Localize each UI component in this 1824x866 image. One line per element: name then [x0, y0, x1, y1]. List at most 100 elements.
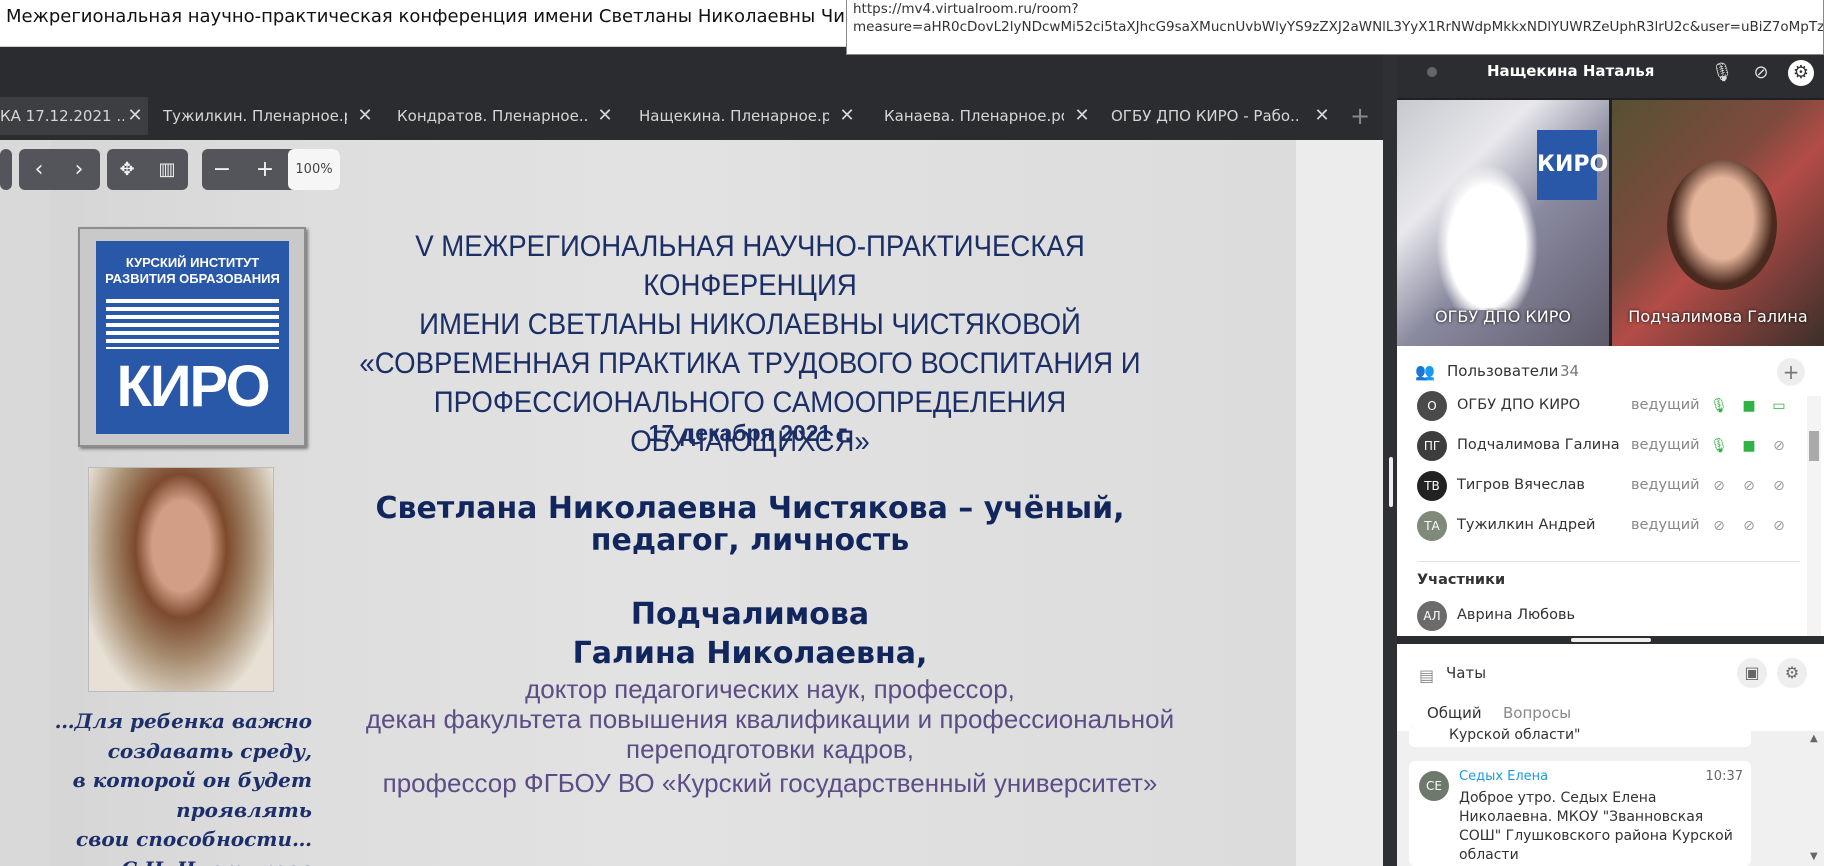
quote-line: проявлять: [176, 797, 312, 822]
close-icon[interactable]: ✕: [837, 106, 857, 126]
window-title: Межрегиональная научно-практическая конф…: [6, 6, 846, 27]
tab-label: Кондратов. Пленарное..pdf: [397, 107, 587, 125]
tree-image: [1427, 150, 1547, 310]
participants-title: Участники: [1417, 572, 1506, 588]
speaker-line: Галина Николаевна,: [572, 636, 928, 671]
camera-off-icon[interactable]: ⊘: [1739, 516, 1759, 536]
conference-panel: Нащекина Наталья 🎙 ⊘ ⚙ КИРО ОГБУ ДПО КИР…: [1397, 47, 1824, 866]
scrollbar-thumb[interactable]: [1809, 431, 1819, 461]
heading-line: V МЕЖРЕГИОНАЛЬНАЯ НАУЧНО-ПРАКТИЧЕСКАЯ КО…: [415, 230, 1085, 302]
scroll-down-icon[interactable]: ▼: [1810, 851, 1818, 862]
fit-width-icon[interactable]: ✥: [107, 149, 147, 190]
add-user-button[interactable]: +: [1777, 358, 1805, 386]
avatar: АЛ: [1417, 601, 1447, 631]
tab-5[interactable]: ОГБУ ДПО КИРО - Рабо... ✕: [1111, 97, 1332, 135]
camera-off-icon[interactable]: ⊘: [1748, 60, 1774, 86]
zoom-level[interactable]: 100%: [288, 149, 340, 190]
participant-row[interactable]: АЛ Аврина Любовь: [1397, 597, 1802, 635]
video-label: Подчалимова Галина: [1628, 307, 1808, 326]
quote-line: …Для ребенка важно: [54, 709, 312, 733]
url-tooltip: https://mv4.virtualroom.ru/room?measure=…: [846, 0, 1824, 55]
mic-icon[interactable]: 🎙: [1709, 436, 1729, 456]
slide-area: КУРСКИЙ ИНСТИТУТ РАЗВИТИЯ ОБРАЗОВАНИЯ КИ…: [0, 140, 1383, 866]
close-icon[interactable]: ✕: [595, 106, 615, 126]
divider-handle[interactable]: [1389, 457, 1393, 507]
info-line: переподготовки кадров,: [626, 734, 914, 764]
fit-page-icon[interactable]: ▥: [147, 149, 187, 190]
close-icon[interactable]: ✕: [1312, 106, 1332, 126]
mic-off-icon[interactable]: 🎙: [1709, 60, 1735, 86]
tab-label: Нащекина. Пленарное.pdf: [639, 107, 829, 125]
user-row[interactable]: ПГ Подчалимова Галина ведущий 🎙 ■ ⊘: [1397, 427, 1802, 465]
screen-off-icon[interactable]: ⊘: [1769, 516, 1789, 536]
chevron-left-icon[interactable]: ‹: [19, 149, 59, 190]
camera-icon[interactable]: ■: [1739, 436, 1759, 456]
user-row[interactable]: ТА Тужилкин Андрей ведущий ⊘ ⊘ ⊘: [1397, 507, 1802, 545]
tab-4[interactable]: Канаева. Пленарное.pdf ✕: [884, 97, 1092, 135]
camera-icon[interactable]: ■: [1739, 396, 1759, 416]
slide-right-margin: [1296, 140, 1383, 866]
close-icon[interactable]: ✕: [1072, 106, 1092, 126]
scroll-up-icon[interactable]: ▲: [1810, 733, 1818, 744]
heading-line: ИМЕНИ СВЕТЛАНЫ НИКОЛАЕВНЫ ЧИСТЯКОВОЙ: [419, 308, 1081, 341]
tab-1[interactable]: Тужилкин. Пленарное.pdf ✕: [163, 97, 375, 135]
zoom-in-icon[interactable]: +: [245, 149, 285, 190]
panel-splitter[interactable]: [1397, 636, 1824, 644]
chats-panel: ▤ Чаты ▣ ⚙ Общий Вопросы Курской области…: [1397, 644, 1824, 866]
chat-new-icon[interactable]: ▣: [1737, 658, 1767, 688]
close-icon[interactable]: ✕: [355, 106, 375, 126]
screen-off-icon[interactable]: ⊘: [1769, 476, 1789, 496]
gear-icon[interactable]: ⚙: [1788, 60, 1814, 86]
mic-off-icon[interactable]: ⊘: [1709, 476, 1729, 496]
user-row[interactable]: О ОГБУ ДПО КИРО ведущий 🎙 ■ ▭: [1397, 387, 1802, 425]
video-grid: КИРО ОГБУ ДПО КИРО Подчалимова Галина: [1397, 98, 1824, 346]
chevron-right-icon[interactable]: ›: [59, 149, 99, 190]
splitter-handle[interactable]: [1571, 638, 1651, 642]
video-tile-podchalimova[interactable]: Подчалимова Галина: [1612, 100, 1824, 346]
speaker-face: [1667, 160, 1777, 290]
kiro-logo: КУРСКИЙ ИНСТИТУТ РАЗВИТИЯ ОБРАЗОВАНИЯ КИ…: [78, 227, 306, 447]
kiro-banner: КИРО: [1537, 130, 1608, 200]
slide: КУРСКИЙ ИНСТИТУТ РАЗВИТИЯ ОБРАЗОВАНИЯ КИ…: [0, 140, 1296, 866]
chat-scrollbar[interactable]: ▲ ▼: [1809, 731, 1821, 866]
camera-off-icon[interactable]: ⊘: [1739, 476, 1759, 496]
gear-icon[interactable]: ⚙: [1777, 658, 1807, 688]
add-tab-icon[interactable]: +: [1350, 104, 1370, 128]
video-tile-kiro[interactable]: КИРО ОГБУ ДПО КИРО: [1397, 100, 1609, 346]
message-author[interactable]: Седых Елена: [1459, 769, 1548, 784]
user-role: ведущий: [1631, 477, 1700, 493]
mic-off-icon[interactable]: ⊘: [1709, 516, 1729, 536]
avatar: ТА: [1417, 511, 1447, 541]
screen-off-icon[interactable]: ⊘: [1769, 436, 1789, 456]
talk-title-line: Светлана Николаевна Чистякова – учёный,: [375, 491, 1125, 526]
tab-0[interactable]: КА 17.12.2021 ... ✕: [0, 97, 148, 135]
info-line: профессор ФГБОУ ВО «Курский государствен…: [382, 768, 1158, 798]
quote-author: С.Н. Чистякова: [40, 855, 312, 866]
mic-icon[interactable]: 🎙: [1709, 396, 1729, 416]
panel-divider[interactable]: [1383, 47, 1397, 866]
chat-tab-general[interactable]: Общий: [1427, 704, 1482, 722]
users-scrollbar[interactable]: [1807, 396, 1821, 636]
info-line: декан факультета повышения квалификации …: [365, 704, 1175, 734]
user-row[interactable]: ТВ Тигров Вячеслав ведущий ⊘ ⊘ ⊘: [1397, 467, 1802, 505]
tab-label: Канаева. Пленарное.pdf: [884, 107, 1064, 125]
user-name: ОГБУ ДПО КИРО: [1457, 397, 1581, 413]
tab-3[interactable]: Нащекина. Пленарное.pdf ✕: [639, 97, 857, 135]
video-label: ОГБУ ДПО КИРО: [1435, 307, 1571, 326]
participant-name: Аврина Любовь: [1457, 607, 1576, 623]
message-text: Доброе утро. Седых Елена Николаевна. МКО…: [1459, 790, 1733, 863]
avatar: ПГ: [1417, 431, 1447, 461]
user-role: ведущий: [1631, 397, 1700, 413]
chat-tab-questions[interactable]: Вопросы: [1503, 704, 1571, 722]
tab-label: Тужилкин. Пленарное.pdf: [163, 107, 347, 125]
close-icon[interactable]: ✕: [125, 106, 145, 126]
speaker-line: Подчалимова: [630, 597, 870, 632]
sidebar-toggle-button[interactable]: [0, 149, 12, 190]
zoom-out-icon[interactable]: −: [202, 149, 242, 190]
chat-messages: Курской области" СЕ Седых Елена 10:37 До…: [1397, 725, 1824, 866]
speaker-name: Подчалимова Галина Николаевна,: [300, 595, 1200, 673]
tab-2[interactable]: Кондратов. Пленарное..pdf ✕: [397, 97, 615, 135]
users-panel: 👥 Пользователи 34 + О ОГБУ ДПО КИРО веду…: [1397, 346, 1824, 636]
current-user-name: Нащекина Наталья: [1487, 62, 1655, 80]
screen-icon[interactable]: ▭: [1769, 396, 1789, 416]
